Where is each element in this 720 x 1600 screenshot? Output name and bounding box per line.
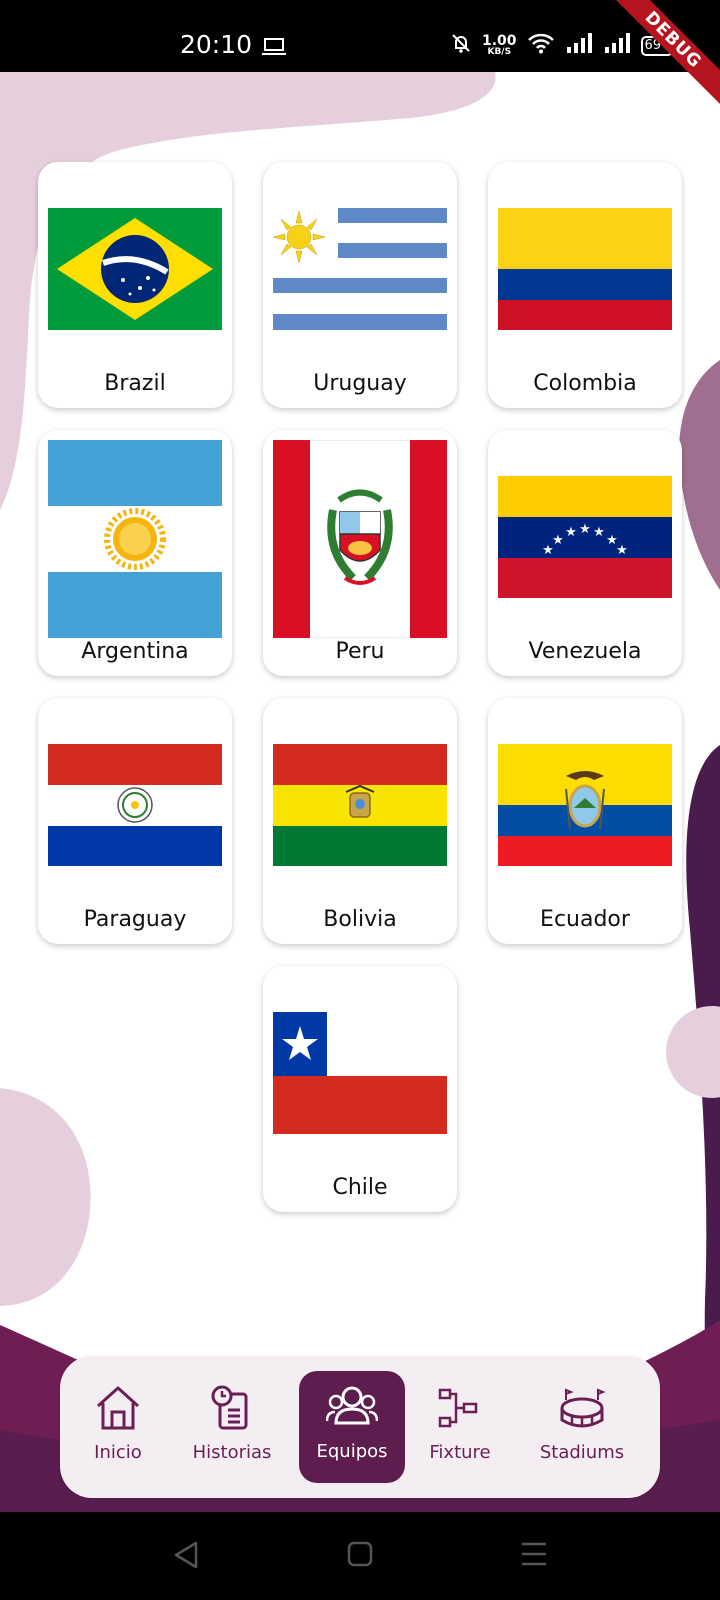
home-square-icon[interactable] [347, 1541, 373, 1572]
svg-text:★: ★ [616, 543, 628, 558]
team-card-argentina[interactable]: Argentina [38, 430, 232, 676]
net-speed-unit: KB/S [487, 47, 512, 57]
nav-label: Stadiums [539, 1442, 625, 1463]
team-name: Brazil [104, 371, 166, 396]
nav-item-stadiums[interactable]: Stadiums [522, 1372, 642, 1484]
team-card-bolivia[interactable]: Bolivia [263, 698, 457, 944]
mute-bell-icon [450, 32, 472, 59]
ecuador-flag-icon [498, 744, 672, 866]
team-name: Chile [332, 1175, 388, 1200]
uruguay-flag-icon [273, 208, 447, 330]
brazil-flag-icon [48, 208, 222, 330]
status-icons: 1.00 KB/S 69 [450, 32, 677, 59]
paraguay-flag-icon [48, 744, 222, 866]
svg-text:★: ★ [565, 525, 577, 540]
team-card-ecuador[interactable]: Ecuador [488, 698, 682, 944]
nav-item-fixture[interactable]: Fixture [406, 1372, 514, 1484]
team-card-brazil[interactable]: Brazil [38, 162, 232, 408]
group-icon [299, 1383, 405, 1431]
bracket-icon [406, 1384, 514, 1432]
signal-icon [565, 32, 593, 59]
net-speed-value: 1.00 [482, 33, 517, 49]
team-name: Venezuela [528, 639, 642, 664]
peru-flag-icon [273, 440, 447, 638]
status-time: 20:10 [180, 30, 253, 59]
team-name: Uruguay [313, 371, 407, 396]
team-name: Bolivia [323, 907, 397, 932]
nav-label: Fixture [429, 1442, 491, 1463]
nav-item-inicio[interactable]: Inicio [64, 1372, 172, 1484]
home-icon [64, 1384, 172, 1432]
signal-icon-2 [603, 32, 631, 59]
team-card-uruguay[interactable]: Uruguay [263, 162, 457, 408]
bottom-nav: Inicio Historias Equipos Fixture Stadium… [60, 1356, 660, 1498]
svg-text:★: ★ [579, 522, 591, 537]
screen-cast-icon [262, 36, 286, 61]
stadium-icon [522, 1384, 642, 1432]
wifi-icon [527, 32, 555, 59]
svg-text:★: ★ [593, 525, 605, 540]
team-name: Paraguay [83, 907, 187, 932]
battery-icon: 69 [640, 35, 677, 57]
team-name: Peru [335, 639, 385, 664]
team-card-paraguay[interactable]: Paraguay [38, 698, 232, 944]
nav-label: Historias [192, 1442, 272, 1463]
nav-label: Inicio [94, 1442, 142, 1463]
argentina-flag-icon [48, 440, 222, 638]
back-icon[interactable] [172, 1540, 202, 1575]
colombia-flag-icon [498, 208, 672, 330]
nav-item-historias[interactable]: Historias [178, 1372, 286, 1484]
team-name: Argentina [81, 639, 189, 664]
venezuela-flag-icon: ★★★ ★ ★★★ [498, 476, 672, 598]
team-card-chile[interactable]: Chile [263, 966, 457, 1212]
team-name: Ecuador [540, 907, 630, 932]
net-speed: 1.00 KB/S [482, 34, 517, 57]
chile-flag-icon [273, 1012, 447, 1134]
bolivia-flag-icon [273, 744, 447, 866]
system-nav-bar [0, 1512, 720, 1600]
history-icon [178, 1384, 286, 1432]
menu-icon[interactable] [520, 1541, 548, 1572]
status-bar: 20:10 1.00 KB/S 69 [0, 0, 720, 72]
nav-item-equipos[interactable]: Equipos [299, 1371, 405, 1483]
team-card-peru[interactable]: Peru [263, 430, 457, 676]
svg-text:★: ★ [552, 533, 564, 548]
team-card-venezuela[interactable]: ★ ★ ★ ★ ★ ★ ★ Venezuela [488, 430, 682, 676]
team-card-colombia[interactable]: Colombia [488, 162, 682, 408]
nav-label: Equipos [316, 1441, 388, 1462]
team-name: Colombia [533, 371, 637, 396]
battery-level: 69 [644, 37, 662, 53]
